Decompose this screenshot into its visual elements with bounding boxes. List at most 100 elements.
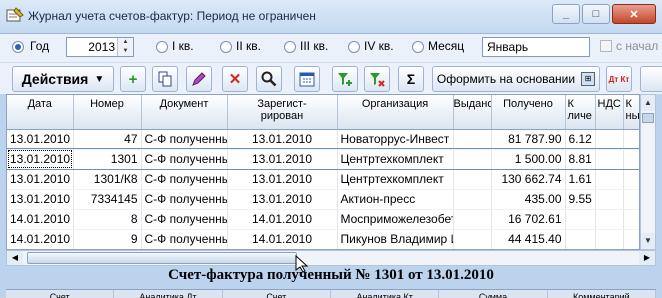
table-cell[interactable] — [565, 229, 596, 249]
table-cell[interactable]: 13.01.2010 — [7, 149, 74, 170]
more-button[interactable] — [640, 66, 662, 92]
horizontal-scroll-thumb[interactable] — [27, 252, 297, 264]
year-spin-input[interactable]: 2013 ▲ ▼ — [66, 37, 134, 57]
table-cell[interactable]: 6.12 — [565, 129, 596, 150]
table-cell[interactable]: 13.01.2010 — [227, 149, 338, 170]
based-on-button[interactable]: Оформить на основании ⊞ — [432, 66, 600, 92]
table-cell[interactable] — [595, 129, 624, 150]
table-cell[interactable]: 13.01.2010 — [227, 129, 338, 150]
details-column-header[interactable]: Счет — [223, 290, 331, 298]
details-column-header[interactable]: Комментарий — [548, 290, 656, 298]
table-cell[interactable]: С-Ф полученный — [141, 149, 228, 170]
table-cell[interactable]: 9.55 — [565, 189, 596, 210]
table-cell[interactable]: 1 500.00 — [491, 149, 566, 170]
table-cell[interactable]: 1301 — [73, 149, 142, 170]
table-cell[interactable]: Новаторрус-Инвест — [337, 129, 454, 150]
table-cell[interactable]: 44 415.40 — [491, 229, 566, 249]
table-cell[interactable]: 13.01.2010 — [227, 169, 338, 190]
table-row[interactable]: 13.01.20101301/К8С-Ф полученный13.01.201… — [7, 169, 639, 190]
table-cell[interactable] — [453, 149, 492, 170]
table-cell[interactable]: 14.01.2010 — [7, 209, 74, 230]
horizontal-scrollbar[interactable]: ◀ ▶ — [6, 250, 656, 266]
table-cell[interactable]: 1301/К8 — [73, 169, 142, 190]
table-cell[interactable] — [595, 189, 624, 210]
column-header[interactable]: Выдано — [453, 95, 492, 130]
table-cell[interactable]: Мосприможелезобет — [337, 209, 454, 230]
table-row[interactable]: 13.01.20101301С-Ф полученный13.01.2010Це… — [7, 148, 639, 170]
column-header[interactable]: НДС — [595, 95, 624, 130]
scroll-left-icon[interactable]: ◀ — [7, 251, 23, 265]
table-cell[interactable]: 81 787.90 — [491, 129, 566, 150]
scroll-right-icon[interactable]: ▶ — [639, 251, 655, 265]
filter-add-icon[interactable] — [332, 66, 358, 92]
invoice-table[interactable]: Дата Номер Документ Зарегист- рирован Органи… — [6, 94, 640, 250]
scroll-up-icon[interactable]: ▲ — [641, 95, 655, 111]
details-column-header[interactable]: Сумма — [439, 290, 548, 298]
column-header[interactable]: К личе — [565, 95, 596, 130]
actions-menu-button[interactable]: Действия ▼ — [12, 66, 114, 92]
q3-radio[interactable] — [284, 41, 296, 53]
table-cell[interactable]: С-Ф полученный — [141, 189, 228, 210]
close-button[interactable]: ✕ — [612, 4, 656, 24]
search-icon[interactable] — [256, 66, 282, 92]
table-cell[interactable]: 13.01.2010 — [227, 189, 338, 210]
column-header[interactable]: Номер — [73, 95, 142, 130]
table-cell[interactable]: 13.01.2010 — [7, 169, 74, 190]
calendar-icon[interactable] — [294, 66, 320, 92]
from-start-checkbox[interactable] — [600, 40, 612, 52]
table-cell[interactable]: Центртехкомплект — [337, 169, 454, 190]
q1-radio[interactable] — [156, 41, 168, 53]
table-cell[interactable]: Центртехкомплект — [337, 149, 454, 170]
vertical-scroll-thumb[interactable] — [642, 113, 654, 123]
scroll-down-icon[interactable]: ▼ — [641, 233, 655, 249]
table-cell[interactable] — [623, 169, 639, 190]
table-cell[interactable]: 14.01.2010 — [227, 229, 338, 249]
delete-icon[interactable]: ✕ — [222, 66, 248, 92]
table-cell[interactable] — [565, 209, 596, 230]
table-cell[interactable]: 14.01.2010 — [7, 229, 74, 249]
table-row[interactable]: 14.01.20108С-Ф полученный14.01.2010Моспр… — [7, 209, 639, 230]
table-cell[interactable] — [453, 189, 492, 210]
table-cell[interactable]: С-Ф полученный — [141, 169, 228, 190]
table-cell[interactable] — [453, 169, 492, 190]
table-cell[interactable]: 130 662.74 — [491, 169, 566, 190]
maximize-button[interactable]: □ — [582, 4, 610, 24]
table-cell[interactable]: С-Ф полученный — [141, 129, 228, 150]
table-cell[interactable] — [595, 209, 624, 230]
table-cell[interactable]: 7334145 — [73, 189, 142, 210]
table-cell[interactable] — [595, 149, 624, 170]
table-cell[interactable] — [453, 229, 492, 249]
table-cell[interactable]: 13.01.2010 — [7, 189, 74, 210]
column-header[interactable]: Организация — [337, 95, 454, 130]
table-cell[interactable]: 1.61 — [565, 169, 596, 190]
year-radio[interactable] — [12, 41, 24, 53]
table-cell[interactable] — [623, 229, 639, 249]
table-cell[interactable] — [623, 129, 639, 150]
details-column-header[interactable]: Счет — [6, 290, 115, 298]
table-row[interactable]: 14.01.20109С-Ф полученный14.01.2010Пикун… — [7, 229, 639, 249]
column-header[interactable]: Зарегист- рирован — [227, 95, 338, 130]
table-cell[interactable] — [453, 209, 492, 230]
table-cell[interactable] — [623, 189, 639, 210]
filter-remove-icon[interactable] — [364, 66, 390, 92]
table-cell[interactable] — [623, 209, 639, 230]
spin-down-icon[interactable]: ▼ — [118, 47, 133, 56]
table-row[interactable]: 13.01.20107334145С-Ф полученный13.01.201… — [7, 189, 639, 210]
table-row[interactable]: 13.01.201047С-Ф полученный13.01.2010Нова… — [7, 129, 639, 150]
table-cell[interactable]: 8 — [73, 209, 142, 230]
table-cell[interactable]: С-Ф полученный — [141, 209, 228, 230]
table-cell[interactable]: Пикунов Владимир И — [337, 229, 454, 249]
q4-radio[interactable] — [348, 41, 360, 53]
table-cell[interactable] — [453, 129, 492, 150]
column-header[interactable]: Получено — [491, 95, 566, 130]
edit-icon[interactable] — [186, 66, 212, 92]
details-column-header[interactable]: Аналитика Дт — [114, 290, 223, 298]
table-cell[interactable]: 9 — [73, 229, 142, 249]
table-cell[interactable] — [595, 229, 624, 249]
table-cell[interactable]: Актион-пресс — [337, 189, 454, 210]
table-cell[interactable] — [623, 149, 639, 170]
table-cell[interactable]: 14.01.2010 — [227, 209, 338, 230]
details-column-header[interactable]: Аналитика Кт — [331, 290, 440, 298]
copy-icon[interactable] — [152, 66, 178, 92]
table-cell[interactable]: С-Ф полученный — [141, 229, 228, 249]
